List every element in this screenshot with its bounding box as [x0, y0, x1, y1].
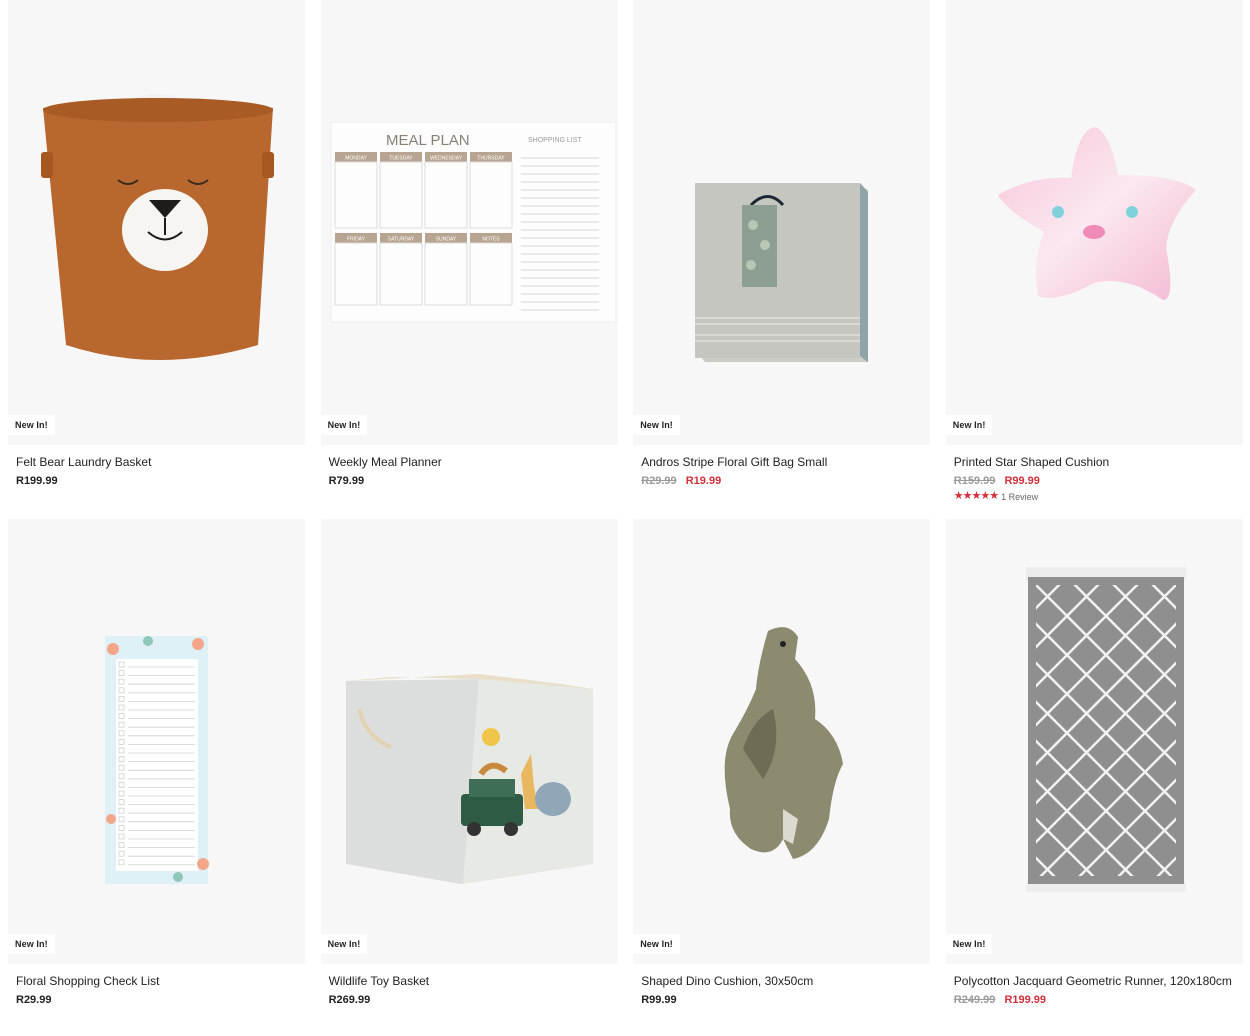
product-image-link[interactable]: New In!	[945, 0, 1243, 445]
product-title[interactable]: Shaped Dino Cushion, 30x50cm	[641, 974, 930, 988]
review-count: 1 Review	[1001, 491, 1039, 502]
price-row: R29.99	[16, 994, 305, 1007]
planner-day-label: THURSDAY	[477, 156, 505, 162]
planner-day-label: NOTES	[482, 237, 500, 243]
planner-day-label: SUNDAY	[435, 237, 456, 243]
price-row: R199.99	[16, 475, 305, 488]
product-image-link[interactable]: New In!	[945, 519, 1243, 964]
price-row: R99.99	[641, 994, 930, 1007]
price-row: R159.99 R99.99	[954, 475, 1243, 488]
product-image-link[interactable]: New In!	[633, 519, 931, 964]
new-in-badge: New In!	[633, 415, 680, 435]
price: R269.99	[328, 994, 371, 1006]
product-image-link[interactable]: New In!	[320, 519, 618, 964]
planner-day-label: MONDAY	[345, 156, 367, 162]
product-image-link[interactable]: MEAL PLAN SHOPPING LIST MONDAY TUESDAY WED…	[320, 0, 618, 445]
product-title[interactable]: Polycotton Jacquard Geometric Runner, 12…	[954, 974, 1243, 988]
original-price: R249.99	[953, 994, 996, 1006]
price: R199.99	[16, 475, 58, 487]
planner-day-label: WEDNESDAY	[430, 156, 463, 162]
new-in-badge: New In!	[8, 415, 55, 435]
planner-day-label: FRIDAY	[347, 237, 366, 243]
product-title[interactable]: Felt Bear Laundry Basket	[16, 455, 305, 469]
price-row: R29.99 R19.99	[641, 475, 930, 488]
geometric-runner-image	[1025, 567, 1186, 892]
product-title[interactable]: Printed Star Shaped Cushion	[954, 455, 1243, 469]
product-card[interactable]: New In! Floral Shopping Check List R29.9…	[8, 519, 305, 1024]
floral-checklist-image	[105, 636, 209, 884]
price: R29.99	[16, 994, 52, 1006]
new-in-badge: New In!	[945, 415, 993, 435]
product-image-link[interactable]: New In!	[633, 0, 931, 445]
product-card[interactable]: MEAL PLAN SHOPPING LIST MONDAY TUESDAY WED…	[320, 0, 618, 505]
price: R79.99	[328, 475, 365, 487]
product-title[interactable]: Floral Shopping Check List	[16, 974, 305, 988]
product-title[interactable]: Andros Stripe Floral Gift Bag Small	[641, 455, 930, 469]
sale-price: R199.99	[1004, 994, 1047, 1006]
original-price: R159.99	[953, 475, 996, 487]
product-card[interactable]: New In! Shaped Dino Cushion, 30x50cm R99…	[633, 519, 931, 1024]
sale-price: R99.99	[1004, 475, 1040, 487]
gift-bag-image	[695, 183, 869, 362]
planner-day-label: TUESDAY	[389, 156, 413, 162]
bear-basket-image	[41, 94, 274, 360]
new-in-badge: New In!	[633, 934, 680, 954]
planner-day-label: SATURDAY	[387, 237, 414, 243]
price-row: R249.99 R199.99	[954, 994, 1243, 1007]
product-image-link[interactable]: New In!	[8, 519, 305, 964]
star-rating-icon: ★★★★★	[953, 490, 999, 502]
sale-price: R19.99	[685, 475, 722, 487]
rating-row[interactable]: ★★★★★ 1 Review	[954, 491, 1243, 502]
new-in-badge: New In!	[320, 934, 368, 954]
planner-heading: MEAL PLAN	[386, 132, 470, 149]
price-row: R269.99	[329, 994, 618, 1007]
product-card[interactable]: New In! Felt Bear Laundry Basket R199.99	[8, 0, 305, 505]
product-image-link[interactable]: New In!	[8, 0, 305, 445]
star-cushion-image	[997, 127, 1196, 300]
new-in-badge: New In!	[945, 934, 993, 954]
price-row: R79.99	[329, 475, 618, 488]
dino-cushion-image	[724, 627, 844, 859]
new-in-badge: New In!	[8, 934, 55, 954]
product-card[interactable]: New In! Printed Star Shaped Cushion R159…	[945, 0, 1243, 505]
wildlife-basket-image	[345, 674, 593, 884]
product-card[interactable]: New In! Andros Stripe Floral Gift Bag Sm…	[633, 0, 931, 505]
product-card[interactable]: New In! Polycotton Jacquard Geometric Ru…	[945, 519, 1243, 1024]
original-price: R29.99	[641, 475, 677, 487]
meal-planner-image: MEAL PLAN SHOPPING LIST MONDAY TUESDAY WED…	[330, 121, 617, 323]
product-grid: New In! Felt Bear Laundry Basket R199.99…	[8, 0, 1243, 1024]
product-card[interactable]: New In! Wildlife Toy Basket R269.99	[320, 519, 618, 1024]
new-in-badge: New In!	[320, 415, 368, 435]
price: R99.99	[641, 994, 677, 1006]
product-title[interactable]: Wildlife Toy Basket	[329, 974, 618, 988]
product-title[interactable]: Weekly Meal Planner	[329, 455, 618, 469]
planner-shopping-label: SHOPPING LIST	[528, 137, 582, 144]
